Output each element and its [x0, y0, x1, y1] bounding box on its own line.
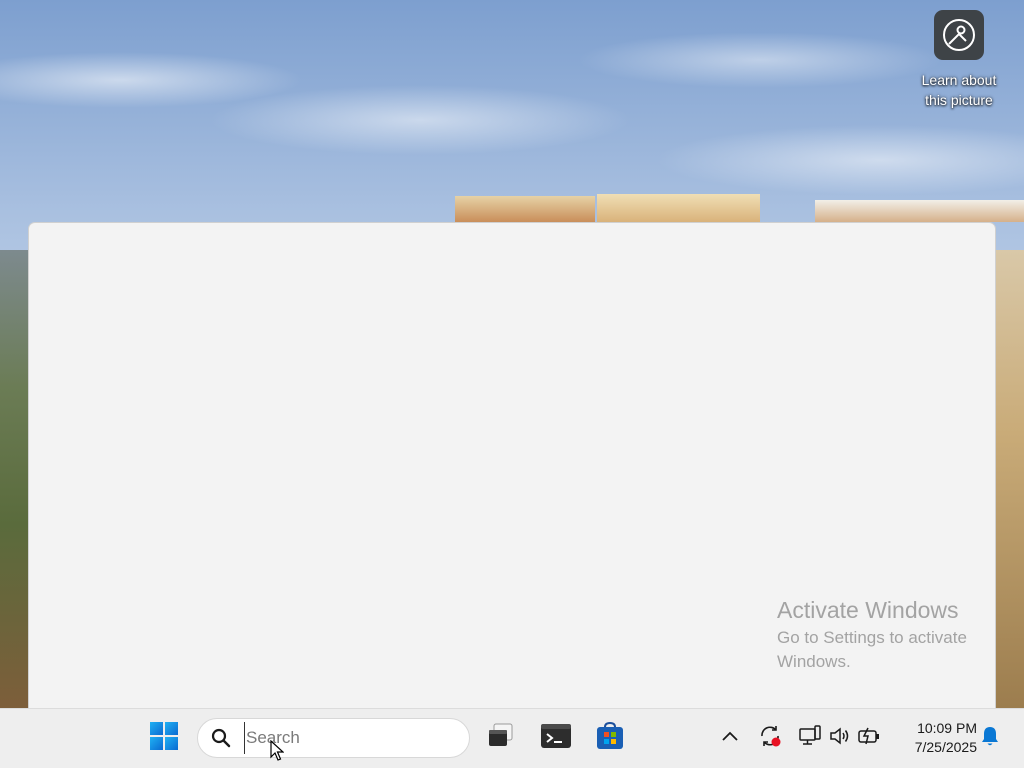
- show-hidden-icons-button[interactable]: [716, 724, 744, 752]
- search-input[interactable]: [244, 722, 448, 754]
- tray-volume-button[interactable]: [826, 724, 854, 752]
- clock-time: 10:09 PM: [917, 720, 977, 736]
- search-icon: [210, 727, 232, 749]
- wallpaper-buildings: [597, 194, 760, 222]
- terminal-icon: [540, 723, 572, 754]
- windows-logo-icon: [149, 721, 179, 756]
- wallpaper-cliff-right: [996, 250, 1024, 708]
- chevron-up-icon: [721, 729, 739, 747]
- store-icon: [595, 721, 625, 756]
- task-view-icon: [485, 722, 515, 755]
- bell-icon: [979, 725, 1001, 752]
- taskbar-app-terminal[interactable]: [536, 718, 576, 758]
- learn-about-picture-icon: [934, 10, 984, 60]
- notifications-button[interactable]: [976, 724, 1004, 752]
- clock-date: 7/25/2025: [914, 739, 977, 755]
- desktop-icon-learn-about-picture[interactable]: Learn about this picture: [914, 10, 1004, 110]
- start-button[interactable]: [144, 718, 184, 758]
- tray-battery-button[interactable]: [856, 724, 884, 752]
- volume-icon: [828, 725, 852, 752]
- taskbar: 10:09 PM 7/25/2025: [0, 708, 1024, 768]
- taskbar-search[interactable]: [197, 718, 470, 758]
- wallpaper-cliff-left: [0, 250, 30, 708]
- tray-sync-button[interactable]: [756, 724, 784, 752]
- wallpaper-buildings: [815, 200, 1024, 222]
- battery-icon: [857, 726, 883, 751]
- network-icon: [798, 724, 822, 752]
- taskbar-app-microsoft-store[interactable]: [590, 718, 630, 758]
- taskbar-app-task-view[interactable]: [480, 718, 520, 758]
- desktop-icon-label: Learn about this picture: [921, 72, 997, 108]
- sync-icon: [758, 724, 782, 753]
- app-window[interactable]: [28, 222, 996, 708]
- wallpaper-buildings: [455, 196, 595, 222]
- taskbar-clock[interactable]: 10:09 PM 7/25/2025: [893, 719, 977, 757]
- tray-network-button[interactable]: [796, 724, 824, 752]
